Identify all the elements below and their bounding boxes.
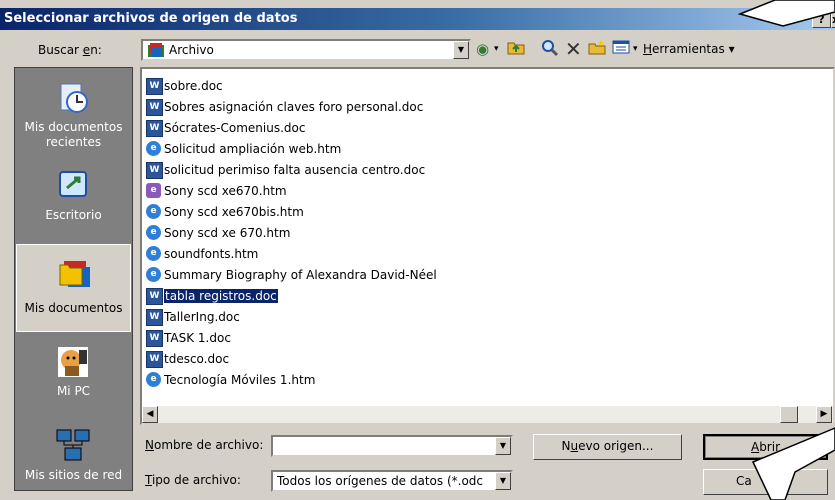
dialog-title: Seleccionar archivos de origen de datos (4, 11, 298, 26)
tools-menu[interactable]: Herramientas ▾ (643, 42, 735, 56)
file-name: Tecnología Móviles 1.htm (164, 373, 316, 387)
folder-icon (147, 42, 165, 61)
my-documents-icon (56, 255, 92, 291)
delete-icon[interactable]: ✕ (565, 39, 582, 59)
file-name: tdesco.doc (164, 352, 230, 366)
chevron-down-icon[interactable]: ▼ (495, 472, 511, 490)
recent-documents-icon (55, 80, 91, 116)
scroll-left-button[interactable]: ◀ (142, 406, 158, 423)
file-name: Sony scd xe670bis.htm (164, 205, 304, 219)
file-dialog: Seleccionar archivos de origen de datos … (0, 0, 835, 500)
help-button[interactable]: ? (812, 11, 831, 28)
new-source-button[interactable]: Nuevo origen... (533, 434, 682, 460)
chevron-down-icon[interactable]: ▼ (495, 437, 511, 455)
filename-input[interactable]: ▼ (271, 435, 513, 457)
new-folder-icon[interactable] (588, 39, 606, 59)
views-dropdown-icon[interactable]: ▾ (633, 39, 638, 59)
html-document-icon: e (146, 183, 161, 198)
search-web-icon[interactable] (541, 39, 559, 59)
title-bar[interactable]: Seleccionar archivos de origen de datos … (0, 8, 835, 30)
file-name: Sócrates-Comenius.doc (164, 121, 306, 135)
filename-label: Nombre de archivo: (145, 438, 264, 452)
filetype-dropdown[interactable]: Todos los orígenes de datos (*.odc ▼ (271, 470, 513, 492)
place-label: Mis documentos recientes (24, 120, 123, 149)
file-name: Solicitud ampliación web.htm (164, 142, 342, 156)
scroll-thumb[interactable] (780, 406, 798, 423)
place-label: Escritorio (45, 208, 102, 222)
place-my-documents[interactable]: Mis documentos (16, 244, 131, 332)
html-document-icon: e (146, 372, 161, 387)
file-name: TASK 1.doc (164, 331, 231, 345)
word-document-icon: W (146, 162, 163, 179)
open-button[interactable]: Abrir (703, 434, 828, 460)
close-button[interactable]: x (831, 11, 835, 28)
place-label: Mis documentos (24, 301, 123, 315)
file-name: soundfonts.htm (164, 247, 259, 261)
file-name: TallerIng.doc (164, 310, 240, 324)
word-document-icon: W (146, 351, 163, 368)
html-document-icon: e (146, 141, 161, 156)
place-desktop[interactable]: Escritorio (16, 158, 131, 246)
lookin-value: Archivo (169, 43, 214, 57)
file-name: Sony scd xe 670.htm (164, 226, 291, 240)
file-name: Summary Biography of Alexandra David-Née… (164, 268, 437, 282)
place-my-computer[interactable]: Mi PC (16, 334, 131, 422)
back-dropdown-icon[interactable]: ▾ (494, 39, 499, 59)
file-name: sobre.doc (164, 79, 223, 93)
word-document-icon: W (146, 120, 163, 137)
chevron-down-icon: ▾ (728, 42, 735, 56)
file-name: Sony scd xe670.htm (164, 184, 287, 198)
desktop-icon (55, 168, 91, 204)
places-bar: Mis documentos recientes Escritorio Mis … (14, 67, 133, 491)
up-folder-icon[interactable] (507, 39, 525, 59)
chevron-down-icon[interactable]: ▼ (453, 41, 469, 59)
place-label: Mis sitios de red (24, 468, 123, 482)
html-document-icon: e (146, 246, 161, 261)
my-computer-icon (55, 344, 91, 380)
file-name: solicitud perimiso falta ausencia centro… (164, 163, 426, 177)
html-document-icon: e (146, 267, 161, 282)
place-label: Mi PC (56, 384, 91, 398)
horizontal-scrollbar[interactable]: ◀ ▶ (142, 406, 833, 423)
lookin-label: Buscar en: (38, 43, 102, 57)
place-recent-documents[interactable]: Mis documentos recientes (16, 70, 131, 158)
scroll-right-button[interactable]: ▶ (816, 406, 832, 423)
file-name: tabla registros.doc (163, 288, 279, 304)
filetype-value: Todos los orígenes de datos (*.odc (277, 474, 484, 488)
word-document-icon: W (146, 78, 163, 95)
html-document-icon: e (146, 225, 161, 240)
lookin-dropdown[interactable]: Archivo ▼ (141, 39, 471, 61)
file-list[interactable]: Wsobre.doc W Sobres asignación claves foro… (140, 67, 835, 425)
back-icon[interactable]: ◉ (476, 39, 489, 59)
network-icon (55, 428, 91, 464)
word-document-icon: W (146, 330, 163, 347)
word-document-icon: W (146, 309, 163, 326)
html-document-icon: e (146, 204, 161, 219)
word-document-icon: W (146, 288, 163, 305)
cancel-button[interactable]: Ca (703, 469, 828, 495)
views-icon[interactable] (612, 39, 630, 59)
place-network[interactable]: Mis sitios de red (16, 418, 131, 500)
file-name: Sobres asignación claves foro personal.d… (164, 100, 424, 114)
word-document-icon: W (146, 99, 163, 116)
filetype-label: Tipo de archivo: (145, 473, 241, 487)
